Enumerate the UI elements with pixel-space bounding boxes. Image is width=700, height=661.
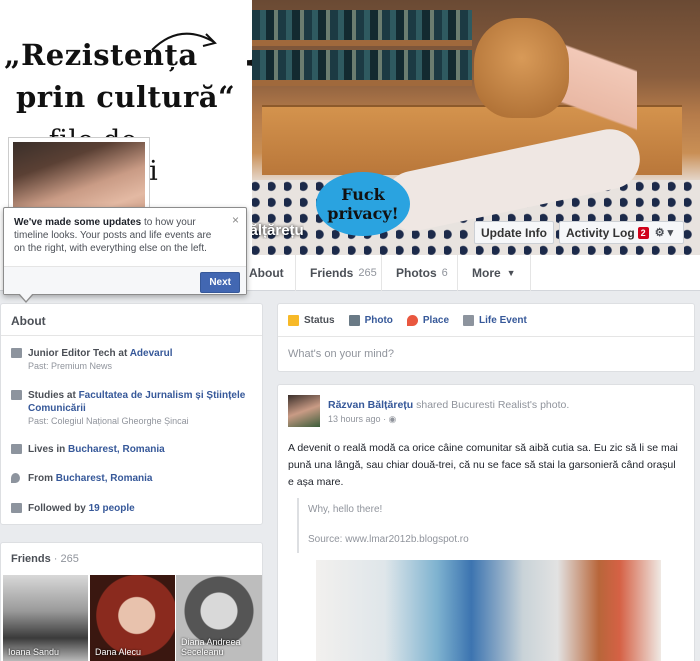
post-photo[interactable]: [316, 560, 661, 661]
globe-icon: · ◉: [383, 414, 397, 424]
friend-tile[interactable]: Dana Alecu: [90, 575, 175, 661]
followers-link[interactable]: 19 people: [89, 503, 135, 514]
bookshelf-row: [252, 10, 472, 40]
school-icon: [11, 390, 22, 400]
location-pin-icon: [406, 314, 418, 326]
shelf: [252, 40, 472, 46]
activity-log-button[interactable]: Activity Log 2 ⚙ ▾: [559, 221, 684, 244]
friend-tile[interactable]: Diana Andreea Seceleanu: [176, 575, 262, 661]
shelf: [252, 80, 472, 86]
tab-friends[interactable]: Friends 265: [295, 255, 391, 291]
tab-life-event[interactable]: Life Event: [463, 314, 527, 326]
status-composer: Status Photo Place Life Event What's on …: [277, 303, 695, 372]
teddy-bear: [474, 18, 569, 118]
about-lives: Lives in Bucharest, Romania: [11, 443, 165, 456]
briefcase-icon: [11, 348, 22, 358]
tab-photo[interactable]: Photo: [348, 314, 393, 326]
profile-name[interactable]: Răzvan Bălțărețu: [252, 222, 374, 239]
about-followers: Followed by 19 people: [11, 502, 135, 515]
avatar[interactable]: [288, 395, 320, 427]
timeline-page: „Rezistența prin cultură“ - file de gene…: [0, 0, 700, 661]
shared-quote: Why, hello there! Source: www.lmar2012b.…: [297, 498, 677, 553]
tab-photos[interactable]: Photos 6: [381, 255, 462, 291]
cover-caption-line2: prin cultură“: [16, 80, 236, 114]
cover-caption-line1: „Rezistența: [4, 38, 198, 72]
friends-card: Friends · 265 Ioana Sandu Dana Alecu Dia…: [0, 542, 263, 661]
composer-tabs: Status Photo Place Life Event: [278, 304, 694, 337]
post-author-link[interactable]: Răzvan Bălțărețu: [328, 399, 413, 411]
post-header: Răzvan Bălțărețu shared Bucuresti Realis…: [328, 399, 570, 411]
chevron-down-icon: ▼: [506, 268, 516, 278]
next-button[interactable]: Next: [200, 272, 240, 293]
friends-title[interactable]: Friends · 265: [1, 543, 262, 573]
about-work: Junior Editor Tech at Adevarul Past: Pre…: [11, 347, 172, 373]
friend-tile[interactable]: Ioana Sandu: [3, 575, 88, 661]
lives-link[interactable]: Bucharest, Romania: [68, 444, 165, 455]
status-input[interactable]: What's on your mind?: [278, 337, 694, 371]
timeline-post: Răzvan Bălțărețu shared Bucuresti Realis…: [277, 384, 695, 661]
gear-icon[interactable]: ⚙ ▾: [655, 226, 673, 239]
rss-icon: [11, 503, 22, 513]
tooltip-footer: Next: [4, 266, 246, 294]
location-pin-icon: [11, 473, 20, 483]
activity-count-badge: 2: [637, 226, 649, 239]
update-info-button[interactable]: Update Info: [474, 221, 554, 244]
post-body: A devenit o reală modă ca orice câine co…: [288, 442, 678, 488]
tooltip-arrow: [18, 293, 34, 303]
post-timestamp[interactable]: 13 hours ago · ◉: [328, 414, 396, 425]
camera-icon: [348, 314, 360, 326]
tab-status[interactable]: Status: [288, 314, 335, 326]
work-link[interactable]: Adevarul: [130, 348, 173, 359]
about-from: From Bucharest, Romania: [11, 472, 152, 485]
tab-more[interactable]: More ▼: [457, 255, 531, 291]
cover-photo[interactable]: Fuck privacy!: [252, 0, 700, 255]
close-icon[interactable]: ×: [232, 214, 239, 227]
from-link[interactable]: Bucharest, Romania: [56, 473, 153, 484]
about-education: Studies at Facultatea de Jurnalism și Șt…: [11, 389, 251, 428]
bookshelf-row: [252, 50, 472, 80]
status-icon: [288, 314, 299, 326]
about-title: About: [1, 304, 262, 336]
home-icon: [11, 444, 22, 454]
timeline-update-tooltip: × We've made some updates to how your ti…: [3, 207, 247, 303]
about-card: About Junior Editor Tech at Adevarul Pas…: [0, 303, 263, 525]
life-event-icon: [463, 314, 475, 326]
tab-place[interactable]: Place: [406, 314, 449, 326]
